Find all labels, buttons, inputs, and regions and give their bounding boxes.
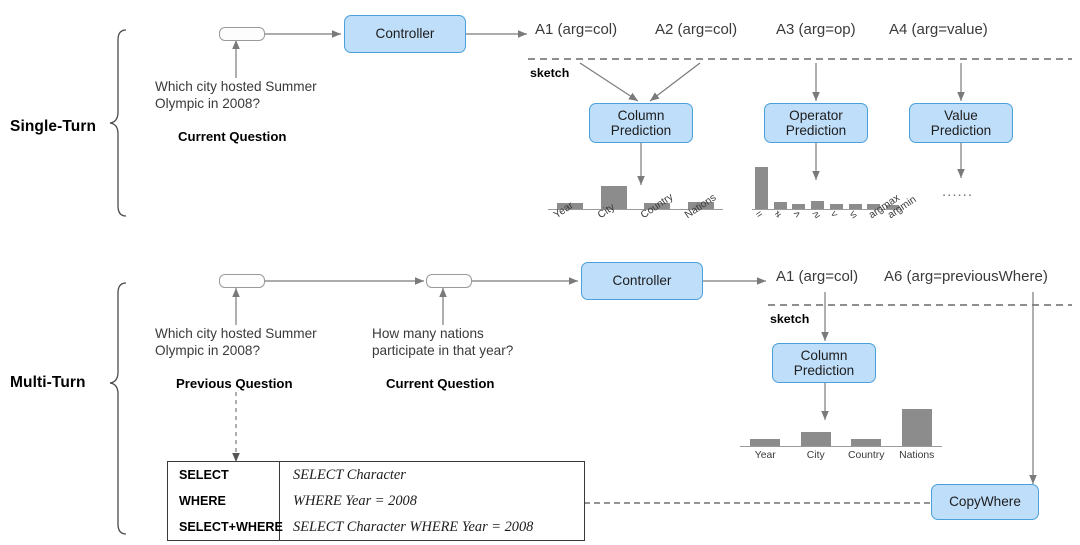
chart-bar bbox=[792, 203, 806, 209]
sql-table: SELECT WHERE SELECT+WHERE SELECT Charact… bbox=[167, 461, 585, 541]
multi-turn-column-prediction-chart bbox=[740, 405, 942, 447]
action-label-a1-multi-turn: A1 (arg=col) bbox=[776, 268, 859, 285]
sql-clause-cell: SELECT bbox=[179, 468, 229, 482]
sql-clause-cell: WHERE bbox=[179, 494, 226, 508]
module-operator-prediction-single-turn[interactable]: Operator Prediction bbox=[764, 103, 868, 143]
chart-bar bbox=[800, 431, 831, 446]
module-line-2: Prediction bbox=[793, 363, 855, 378]
chart-tick-label: > bbox=[791, 208, 804, 222]
current-question-caption-multi-turn: Current Question bbox=[386, 376, 495, 391]
diagram-root: Single-Turn Multi-Turn Which city hosted… bbox=[0, 0, 1080, 545]
chart-bar bbox=[848, 203, 862, 209]
question-caption-single-turn: Current Question bbox=[178, 129, 287, 144]
module-column-prediction-single-turn[interactable]: Column Prediction bbox=[589, 103, 693, 143]
sql-query-cell: SELECT Character WHERE Year = 2008 bbox=[293, 518, 534, 535]
action-label-a6-multi-turn: A6 (arg=previousWhere) bbox=[884, 268, 1048, 285]
multi-turn-column-prediction-ticks: Year City Country Nations bbox=[740, 450, 945, 470]
question-pill-current-multi-turn[interactable] bbox=[426, 274, 472, 288]
chart-bar bbox=[773, 201, 787, 209]
chart-bar bbox=[750, 439, 781, 446]
chart-bar bbox=[754, 166, 768, 209]
single-turn-operator-prediction-ticks: = ≠ > ≥ < ≤ argmax argmin bbox=[752, 193, 918, 242]
action-label-a1-single-turn: A1 (arg=col) bbox=[535, 21, 618, 38]
module-line-1: Value bbox=[944, 107, 978, 123]
sql-table-clause-column: SELECT WHERE SELECT+WHERE bbox=[168, 462, 283, 540]
previous-question-text-multi-turn: Which city hosted Summer Olympic in 2008… bbox=[155, 326, 317, 358]
chart-bar bbox=[811, 201, 825, 209]
chart-tick-label: ≥ bbox=[810, 208, 822, 222]
sql-clause-cell: SELECT+WHERE bbox=[179, 520, 283, 534]
value-prediction-placeholder: ...... bbox=[942, 183, 974, 200]
chart-tick-label: Year bbox=[754, 450, 776, 461]
chart-bar bbox=[901, 408, 932, 446]
current-question-text-multi-turn: How many nations participate in that yea… bbox=[372, 326, 514, 358]
chart-bar bbox=[851, 438, 882, 446]
chart-axis bbox=[740, 445, 942, 447]
module-line-2: Prediction bbox=[785, 123, 847, 138]
module-line-1: Column bbox=[800, 347, 848, 363]
sql-query-cell: SELECT Character bbox=[293, 466, 406, 483]
module-column-prediction-multi-turn[interactable]: Column Prediction bbox=[772, 343, 876, 383]
chart-tick-label: Country bbox=[848, 450, 885, 461]
action-label-a4-single-turn: A4 (arg=value) bbox=[889, 21, 988, 38]
sketch-label-single-turn: sketch bbox=[530, 66, 570, 80]
chart-tick-label: ≠ bbox=[773, 208, 785, 222]
copy-where-box[interactable]: CopyWhere bbox=[931, 484, 1039, 520]
single-turn-column-prediction-ticks: Year City Country Nations bbox=[548, 192, 728, 242]
chart-tick-label: City bbox=[806, 450, 825, 461]
module-value-prediction-single-turn[interactable]: Value Prediction bbox=[909, 103, 1013, 143]
question-text-single-turn: Which city hosted Summer Olympic in 2008… bbox=[155, 79, 317, 111]
action-label-a2-single-turn: A2 (arg=col) bbox=[655, 21, 738, 38]
chart-tick-label: < bbox=[829, 208, 841, 222]
question-pill-single-turn[interactable] bbox=[219, 27, 265, 41]
chart-tick-label: ≤ bbox=[848, 208, 860, 222]
question-pill-previous-multi-turn[interactable] bbox=[219, 274, 265, 288]
row-label-multi-turn: Multi-Turn bbox=[10, 374, 86, 391]
module-line-1: Operator bbox=[789, 107, 843, 123]
module-line-2: Prediction bbox=[610, 123, 672, 138]
controller-box-single-turn[interactable]: Controller bbox=[344, 15, 466, 53]
previous-question-caption: Previous Question bbox=[176, 376, 293, 391]
action-label-a3-single-turn: A3 (arg=op) bbox=[776, 21, 856, 38]
sql-table-query-column: SELECT Character WHERE Year = 2008 SELEC… bbox=[280, 462, 584, 540]
sql-query-cell: WHERE Year = 2008 bbox=[293, 492, 417, 509]
sketch-label-multi-turn: sketch bbox=[770, 312, 810, 326]
controller-box-multi-turn[interactable]: Controller bbox=[581, 262, 703, 300]
chart-bar bbox=[829, 203, 843, 209]
module-line-2: Prediction bbox=[930, 123, 992, 138]
row-label-single-turn: Single-Turn bbox=[10, 118, 97, 135]
chart-tick-label: = bbox=[754, 208, 766, 222]
module-line-1: Column bbox=[617, 107, 665, 123]
chart-tick-label: Nations bbox=[899, 450, 935, 461]
